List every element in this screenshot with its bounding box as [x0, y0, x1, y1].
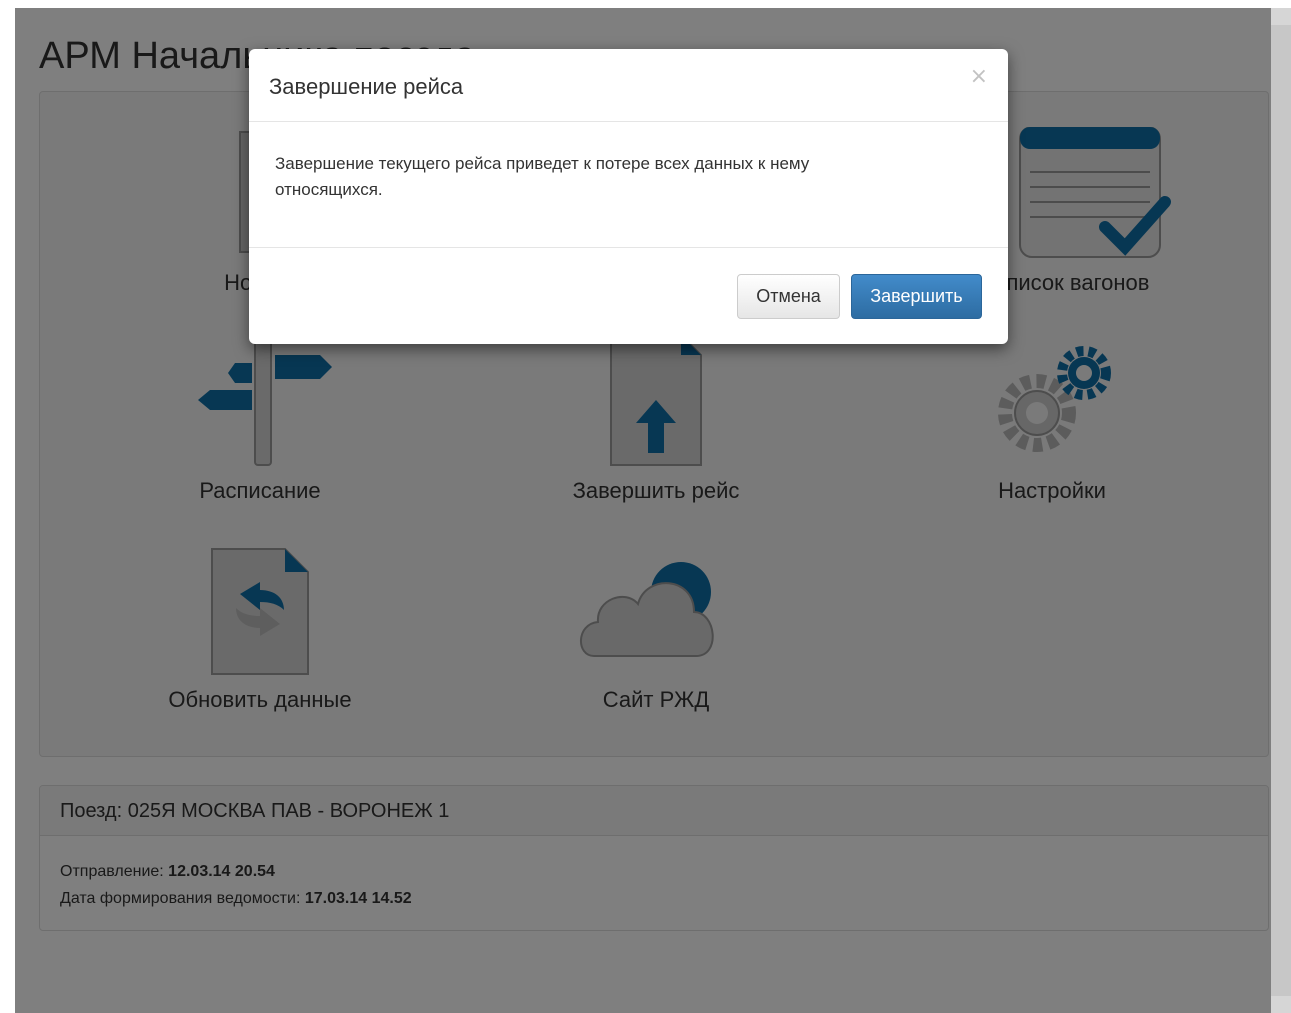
modal-title: Завершение рейса — [269, 74, 464, 99]
modal-body: Завершение текущего рейса приведет к пот… — [249, 122, 1008, 248]
modal-footer: Отмена Завершить — [249, 248, 1008, 343]
scroll-up-button[interactable] — [1271, 8, 1291, 25]
vertical-scrollbar[interactable] — [1271, 8, 1291, 1013]
scroll-down-button[interactable] — [1271, 996, 1291, 1013]
finish-trip-modal: Завершение рейса × Завершение текущего р… — [249, 49, 1008, 344]
modal-message: Завершение текущего рейса приведет к пот… — [275, 154, 810, 199]
app-viewport: АРМ Начальника поезда Новый рейс — [15, 8, 1271, 1013]
cancel-button[interactable]: Отмена — [737, 274, 840, 319]
modal-header: Завершение рейса × — [249, 49, 1008, 122]
close-icon[interactable]: × — [970, 66, 988, 88]
confirm-finish-button[interactable]: Завершить — [851, 274, 982, 319]
